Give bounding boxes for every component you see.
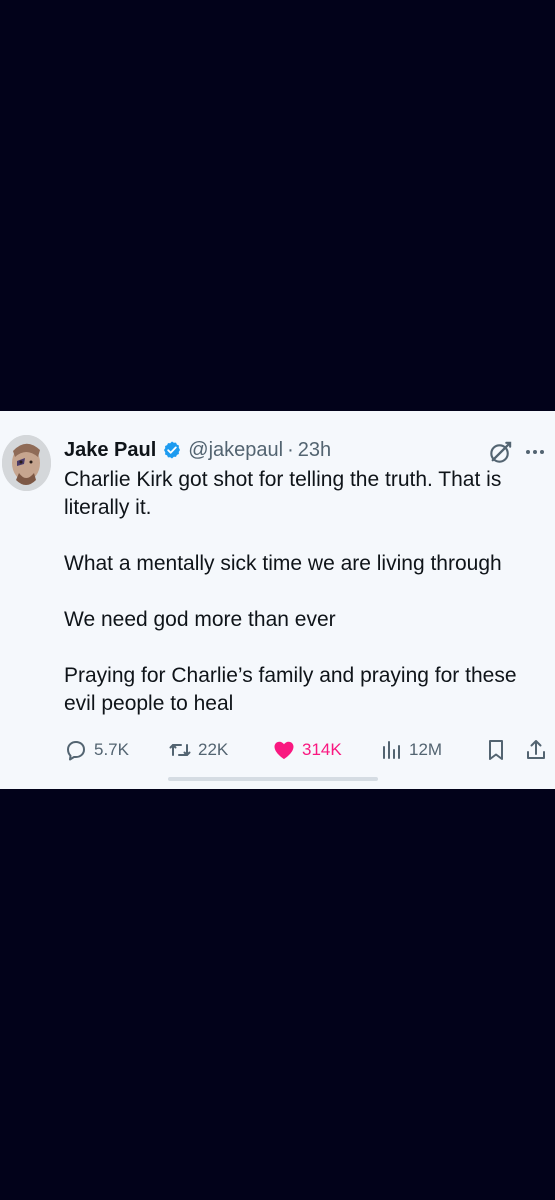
reply-icon bbox=[67, 741, 85, 761]
tweet-paragraph-1: Charlie Kirk got shot for telling the tr… bbox=[64, 468, 502, 519]
horizontal-scroll-indicator[interactable] bbox=[168, 777, 378, 781]
repost-count: 22K bbox=[198, 740, 229, 759]
bookmark-icon bbox=[489, 740, 503, 760]
heart-icon bbox=[274, 741, 294, 759]
share-icon bbox=[527, 740, 545, 759]
more-icon[interactable] bbox=[523, 440, 547, 464]
header-separator: · bbox=[287, 438, 294, 461]
views-icon bbox=[383, 741, 400, 759]
tweet-card[interactable]: Jake Paul @jakepaul · 23h Charlie Kirk g… bbox=[0, 411, 555, 789]
grok-icon[interactable] bbox=[487, 439, 514, 466]
tweet-text: Charlie Kirk got shot for telling the tr… bbox=[64, 466, 534, 718]
author-name[interactable]: Jake Paul bbox=[64, 439, 156, 462]
like-button[interactable]: 314K bbox=[272, 736, 342, 764]
like-count: 314K bbox=[302, 740, 342, 759]
author-handle[interactable]: @jakepaul bbox=[188, 439, 283, 462]
tweet-actions: 5.7K 22K 314K 12M bbox=[64, 736, 547, 764]
repost-icon bbox=[169, 744, 191, 756]
tweet-paragraph-4: Praying for Charlie’s family and praying… bbox=[64, 664, 517, 715]
tweet-header: Jake Paul @jakepaul · 23h bbox=[64, 437, 331, 463]
verified-badge-icon bbox=[164, 441, 181, 459]
profile-photo-icon bbox=[2, 435, 51, 491]
bookmark-button[interactable] bbox=[484, 736, 514, 764]
repost-button[interactable]: 22K bbox=[168, 736, 228, 764]
share-button[interactable] bbox=[524, 736, 554, 764]
tweet-paragraph-3: We need god more than ever bbox=[64, 608, 336, 631]
views-count: 12M bbox=[409, 740, 443, 759]
views-button[interactable]: 12M bbox=[379, 736, 442, 764]
timestamp[interactable]: 23h bbox=[298, 439, 331, 462]
reply-button[interactable]: 5.7K bbox=[64, 736, 129, 764]
reply-count: 5.7K bbox=[94, 740, 129, 759]
avatar[interactable] bbox=[2, 435, 51, 491]
tweet-paragraph-2: What a mentally sick time we are living … bbox=[64, 552, 502, 575]
